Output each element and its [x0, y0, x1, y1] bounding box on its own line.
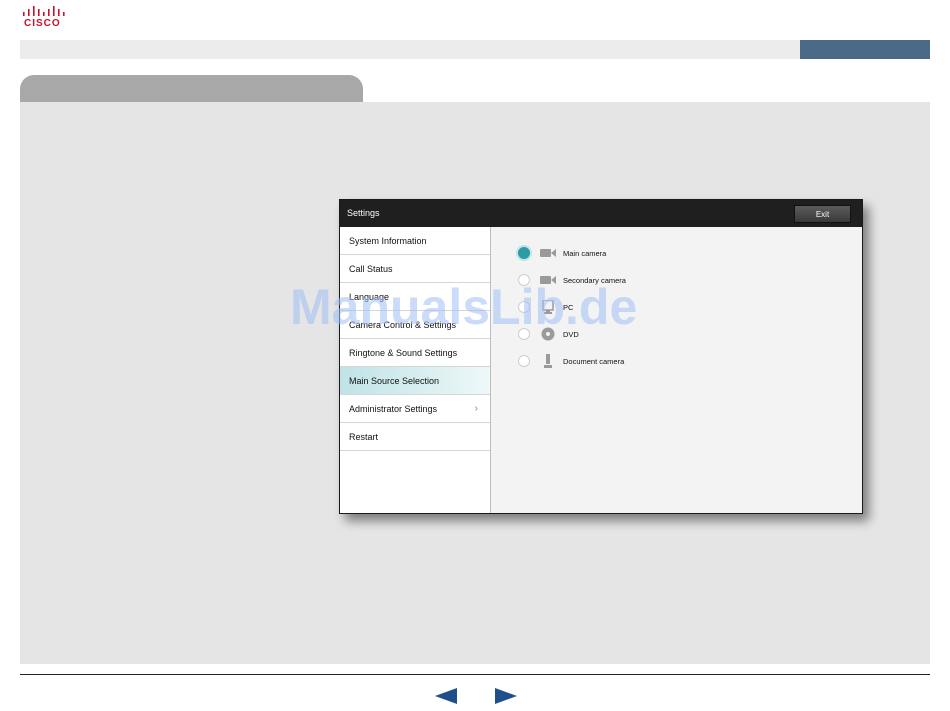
menu-item-ringtone-sound[interactable]: Ringtone & Sound Settings: [340, 339, 490, 367]
dialog-header: Settings Exit: [340, 200, 862, 227]
footer-divider: [20, 674, 930, 675]
menu-item-main-source-selection[interactable]: Main Source Selection: [340, 367, 490, 395]
settings-menu: System Information Call Status Language …: [340, 227, 491, 513]
radio-button[interactable]: [518, 274, 530, 286]
menu-item-label: Call Status: [349, 263, 393, 274]
radio-button[interactable]: [518, 328, 530, 340]
menu-item-label: Ringtone & Sound Settings: [349, 347, 458, 358]
source-option-label: Document camera: [563, 356, 625, 366]
menu-item-label: Main Source Selection: [349, 375, 440, 386]
cisco-logo-bars-icon: [23, 6, 65, 16]
section-tab: [20, 75, 363, 102]
menu-item-label: Camera Control & Settings: [349, 319, 457, 330]
source-option-label: Main camera: [563, 248, 607, 258]
menu-item-restart[interactable]: Restart: [340, 423, 490, 451]
source-option-label: Secondary camera: [563, 275, 626, 285]
exit-button[interactable]: Exit: [794, 205, 851, 223]
pc-icon: [540, 300, 556, 314]
menu-item-camera-control[interactable]: Camera Control & Settings: [340, 311, 490, 339]
radio-button[interactable]: [518, 301, 530, 313]
source-option-pc[interactable]: PC: [518, 299, 818, 315]
previous-page-arrow-icon[interactable]: [435, 688, 457, 704]
menu-item-administrator-settings[interactable]: Administrator Settings ›: [340, 395, 490, 423]
source-option-secondary-camera[interactable]: Secondary camera: [518, 272, 818, 288]
menu-item-label: Administrator Settings: [349, 403, 438, 414]
radio-button[interactable]: [518, 355, 530, 367]
document-camera-icon: [540, 353, 556, 368]
top-strip: [20, 40, 930, 59]
cisco-logo: CISCO: [20, 6, 70, 29]
menu-item-label: Language: [349, 291, 390, 302]
header-accent-bar: [800, 40, 930, 59]
settings-dialog: Settings Exit System Information Call St…: [339, 199, 863, 514]
menu-item-call-status[interactable]: Call Status: [340, 255, 490, 283]
dialog-title: Settings: [347, 208, 380, 218]
menu-item-language[interactable]: Language: [340, 283, 490, 311]
source-option-label: DVD: [563, 329, 579, 339]
camera-icon: [540, 246, 556, 260]
next-page-arrow-icon[interactable]: [495, 688, 517, 704]
menu-item-label: Restart: [349, 431, 379, 442]
radio-button[interactable]: [518, 247, 530, 259]
source-option-dvd[interactable]: DVD: [518, 326, 818, 342]
source-option-label: PC: [563, 302, 574, 312]
menu-item-system-information[interactable]: System Information: [340, 227, 490, 255]
source-option-main-camera[interactable]: Main camera: [518, 245, 818, 261]
camera-icon: [540, 273, 556, 287]
source-option-document-camera[interactable]: Document camera: [518, 353, 818, 369]
cisco-logo-text: CISCO: [24, 18, 61, 29]
source-options: Main camera Secondary camera PC DVD Docu…: [490, 227, 861, 513]
menu-item-label: System Information: [349, 235, 427, 246]
dvd-icon: [540, 327, 556, 341]
chevron-right-icon: ›: [474, 403, 478, 414]
